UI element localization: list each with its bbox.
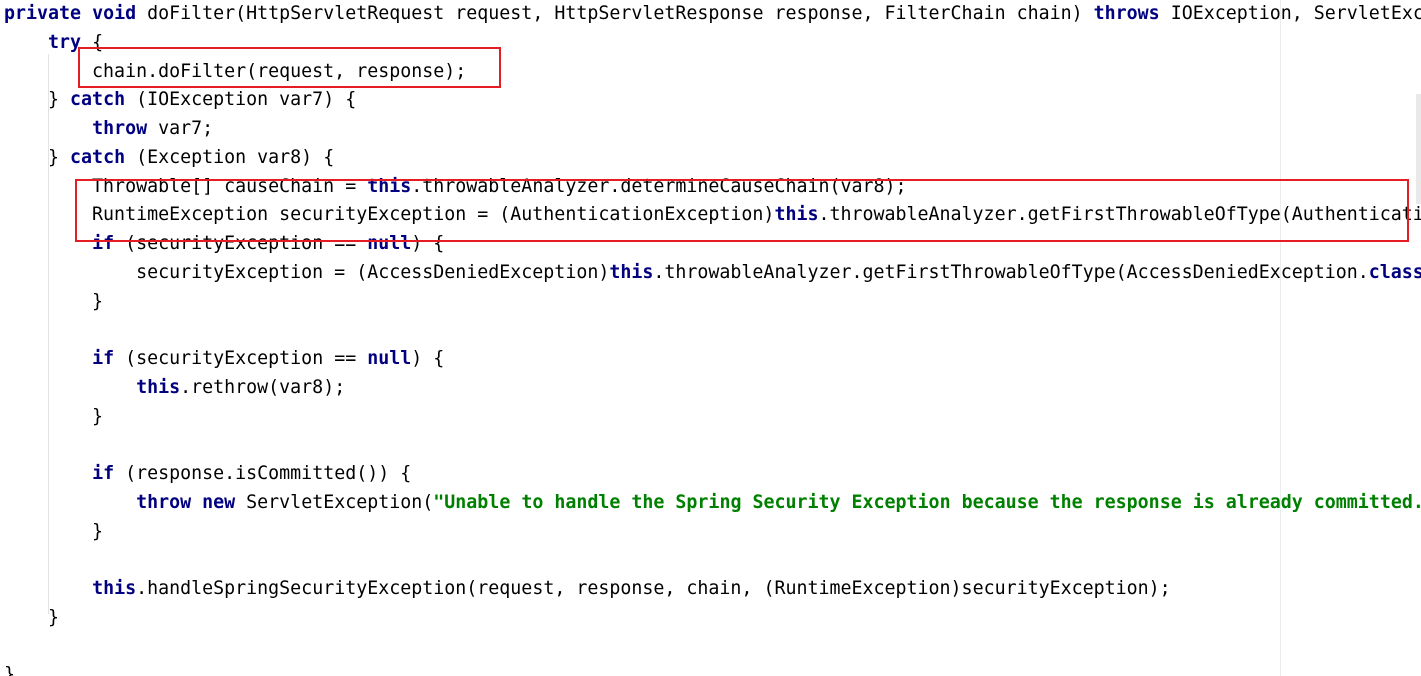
code-token: securityException = (AccessDeniedExcepti… — [4, 261, 610, 283]
code-token: (securityException == — [114, 233, 368, 254]
right-margin-guide — [1280, 0, 1281, 676]
keyword-token: if — [92, 348, 115, 369]
code-line: this.handleSpringSecurityException(reque… — [4, 575, 1171, 603]
code-line: if (response.isCommitted()) { — [4, 460, 411, 488]
code-token: (response.isCommitted()) { — [114, 463, 412, 484]
keyword-token: this — [609, 261, 654, 283]
keyword-token: if — [92, 233, 115, 254]
code-line: } — [4, 661, 15, 676]
code-token: } — [4, 405, 104, 427]
code-token: Throwable[] causeChain = — [4, 175, 368, 197]
code-line: throw var7; — [4, 115, 213, 143]
code-line: } — [4, 403, 103, 431]
keyword-token: catch — [70, 146, 126, 168]
code-line: this.rethrow(var8); — [4, 374, 345, 402]
keyword-token: this — [367, 175, 412, 197]
keyword-token: null — [367, 233, 412, 254]
code-token: ) { — [411, 348, 445, 369]
code-token: } — [4, 520, 104, 542]
keyword-token: this — [136, 376, 181, 398]
code-line: chain.doFilter(request, response); — [4, 58, 466, 86]
code-token: IOException, ServletException { — [1170, 3, 1421, 24]
code-line: if (securityException == null) { — [4, 230, 444, 258]
scrollbar-thumb[interactable] — [1416, 94, 1421, 204]
code-line: private void doFilter(HttpServletRequest… — [4, 0, 1421, 28]
code-line: throw new ServletException("Unable to ha… — [4, 489, 1421, 517]
code-line: try { — [4, 29, 103, 57]
keyword-token: throw — [136, 491, 192, 513]
code-line: RuntimeException securityException = (Au… — [4, 201, 1421, 229]
keyword-token: null — [367, 348, 412, 369]
code-token: .handleSpringSecurityException(request, … — [136, 578, 1171, 599]
code-line: } — [4, 604, 59, 632]
code-line: if (securityException == null) { — [4, 345, 444, 373]
code-token: } — [4, 89, 71, 111]
keyword-token: if — [92, 463, 115, 484]
code-token: { — [81, 31, 104, 53]
keyword-token: new — [202, 491, 236, 513]
code-token: chain.doFilter(request, response); — [4, 60, 467, 82]
keyword-token: throw — [92, 118, 148, 139]
code-token: ServletException( — [235, 491, 434, 513]
code-line: } — [4, 288, 103, 316]
code-line: } catch (IOException var7) { — [4, 86, 356, 114]
code-token: .rethrow(var8); — [180, 376, 346, 398]
code-line: Throwable[] causeChain = this.throwableA… — [4, 173, 907, 201]
keyword-token: this — [92, 578, 137, 599]
code-token: doFilter(HttpServletRequest request, Htt… — [136, 3, 1094, 24]
code-token: (securityException == — [114, 348, 368, 369]
keyword-token: catch — [70, 89, 126, 111]
keyword-token: throws — [1093, 3, 1160, 24]
code-token: (IOException var7) { — [125, 89, 357, 111]
code-editor[interactable]: private void doFilter(HttpServletRequest… — [0, 0, 1421, 676]
string-token: "Unable to handle the Spring Security Ex… — [433, 491, 1421, 513]
code-token: ) { — [411, 233, 445, 254]
code-token: .throwableAnalyzer.determineCauseChain(v… — [411, 175, 907, 197]
code-token: } — [4, 290, 104, 312]
code-token: RuntimeException securityException = (Au… — [4, 204, 775, 226]
code-token: } — [4, 664, 16, 676]
code-line: securityException = (AccessDeniedExcepti… — [4, 259, 1421, 287]
code-token: .throwableAnalyzer.getFirstThrowableOfTy… — [818, 204, 1421, 226]
code-token: } — [4, 146, 71, 168]
code-token: var7; — [147, 118, 214, 139]
keyword-token: private — [4, 3, 82, 24]
code-line: } catch (Exception var8) { — [4, 144, 334, 172]
code-token: } — [4, 606, 60, 628]
keyword-token: try — [48, 31, 82, 53]
keyword-token: this — [774, 204, 819, 226]
keyword-token: class — [1368, 261, 1421, 283]
code-line: } — [4, 518, 103, 546]
code-token: (Exception var8) { — [125, 146, 335, 168]
keyword-token: void — [92, 3, 137, 24]
code-token: .throwableAnalyzer.getFirstThrowableOfTy… — [653, 261, 1369, 283]
